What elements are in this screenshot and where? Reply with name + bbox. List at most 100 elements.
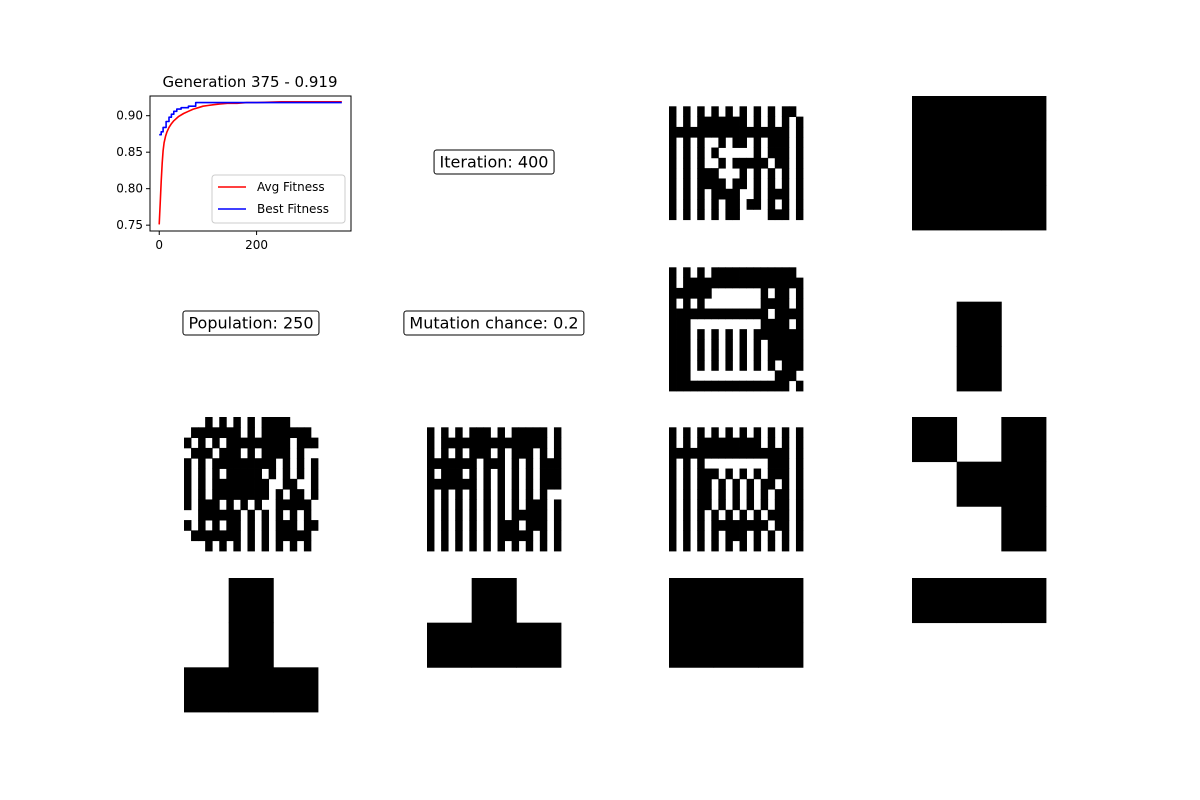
grid-cell xyxy=(683,277,691,289)
grid-cell xyxy=(539,489,548,500)
grid-cell xyxy=(212,458,220,469)
grid-cell xyxy=(781,199,790,210)
grid-cell xyxy=(553,468,562,480)
grid-cell xyxy=(711,178,719,190)
grid-cell xyxy=(289,509,298,521)
grid-cell xyxy=(912,96,958,142)
grid-cell xyxy=(261,509,270,521)
grid-cell xyxy=(676,126,684,138)
grid-cell xyxy=(725,277,733,289)
grid-cell xyxy=(697,468,705,480)
grid-cell xyxy=(683,209,691,221)
grid-cell xyxy=(725,267,733,279)
grid-cell xyxy=(767,360,776,371)
grid-cell xyxy=(261,540,270,552)
grid-cell xyxy=(774,157,783,169)
grid-cell xyxy=(219,417,227,428)
grid-cell xyxy=(753,540,762,552)
grid-cell xyxy=(198,520,206,531)
grid-cell xyxy=(553,447,562,459)
grid-cell xyxy=(753,267,762,279)
grid-cell xyxy=(511,447,520,459)
grid-cell xyxy=(774,349,783,361)
grid-cell xyxy=(739,530,747,542)
grid-cell xyxy=(455,458,463,469)
grid-cell xyxy=(219,509,227,521)
grid-cell xyxy=(669,380,677,392)
grid-cell xyxy=(704,168,712,179)
grid-cell xyxy=(774,318,783,330)
grid-cell xyxy=(753,427,762,439)
grid-cell xyxy=(669,489,677,500)
grid-cell xyxy=(732,267,740,279)
grid-cell xyxy=(739,116,747,128)
grid-cell xyxy=(441,427,449,439)
grid-cell xyxy=(504,530,513,542)
grid-cell xyxy=(760,308,769,320)
grid-cell xyxy=(441,478,449,490)
grid-cell xyxy=(718,478,726,490)
legend-label: Best Fitness xyxy=(257,202,329,216)
grid-cell xyxy=(198,489,206,500)
grid-cell xyxy=(739,157,747,169)
grid-cell xyxy=(198,478,206,490)
y-tick-label: 0.75 xyxy=(116,218,143,232)
grid-cell xyxy=(711,126,719,138)
grid-cell xyxy=(205,540,213,552)
grid-cell xyxy=(240,499,248,511)
grid-cell xyxy=(261,417,270,428)
grid-cell xyxy=(525,437,534,449)
grid-cell xyxy=(226,427,234,439)
grid-cell xyxy=(198,447,206,459)
grid-cell xyxy=(788,360,797,371)
y-tick-label: 0.80 xyxy=(116,182,143,196)
grid-cell xyxy=(228,622,274,668)
grid-cell xyxy=(676,360,684,371)
grid-cell xyxy=(739,126,747,138)
grid-cell xyxy=(767,147,776,159)
grid-cell xyxy=(532,427,541,439)
grid-cell xyxy=(767,168,776,179)
grid-cell xyxy=(697,499,705,511)
grid-cell xyxy=(261,437,270,449)
grid-cell xyxy=(669,360,677,371)
grid-cell xyxy=(746,380,755,392)
grid-cell xyxy=(212,468,220,480)
grid-cell xyxy=(746,478,755,490)
grid-cell xyxy=(795,137,804,148)
grid-cell xyxy=(774,277,783,289)
grid-cell xyxy=(774,489,783,500)
grid-cell xyxy=(676,339,684,351)
grid-cell xyxy=(753,137,762,148)
grid-cell xyxy=(233,427,241,439)
grid-cell xyxy=(795,447,804,459)
grid-cell xyxy=(296,458,305,469)
grid-cell xyxy=(553,437,562,449)
grid-cell xyxy=(427,509,435,521)
grid-cell xyxy=(732,209,740,221)
grid-cell xyxy=(774,267,783,279)
grid-cell xyxy=(226,509,234,521)
grid-cell xyxy=(525,530,534,542)
grid-cell xyxy=(469,468,477,480)
grid-cell xyxy=(739,349,747,361)
grid-cell xyxy=(247,530,255,542)
grid-cell xyxy=(739,308,747,320)
grid-cell xyxy=(697,509,705,521)
grid-cell xyxy=(690,126,698,138)
grid-cell xyxy=(553,427,562,439)
grid-cell xyxy=(310,478,319,490)
grid-cell xyxy=(711,447,719,459)
grid-cell xyxy=(739,329,747,340)
grid-cell xyxy=(760,277,769,289)
grid-cell xyxy=(539,458,548,469)
grid-cell xyxy=(788,267,797,279)
figure-canvas: Generation 375 - 0.919 0.750.800.850.90 … xyxy=(116,73,1047,713)
grid-cell xyxy=(240,468,248,480)
grid-cell xyxy=(497,499,505,511)
grid-cell xyxy=(732,520,740,531)
grid-cell xyxy=(254,489,262,500)
grid-cell xyxy=(511,427,520,439)
grid-cell xyxy=(746,199,755,210)
grid-cell xyxy=(795,298,804,309)
